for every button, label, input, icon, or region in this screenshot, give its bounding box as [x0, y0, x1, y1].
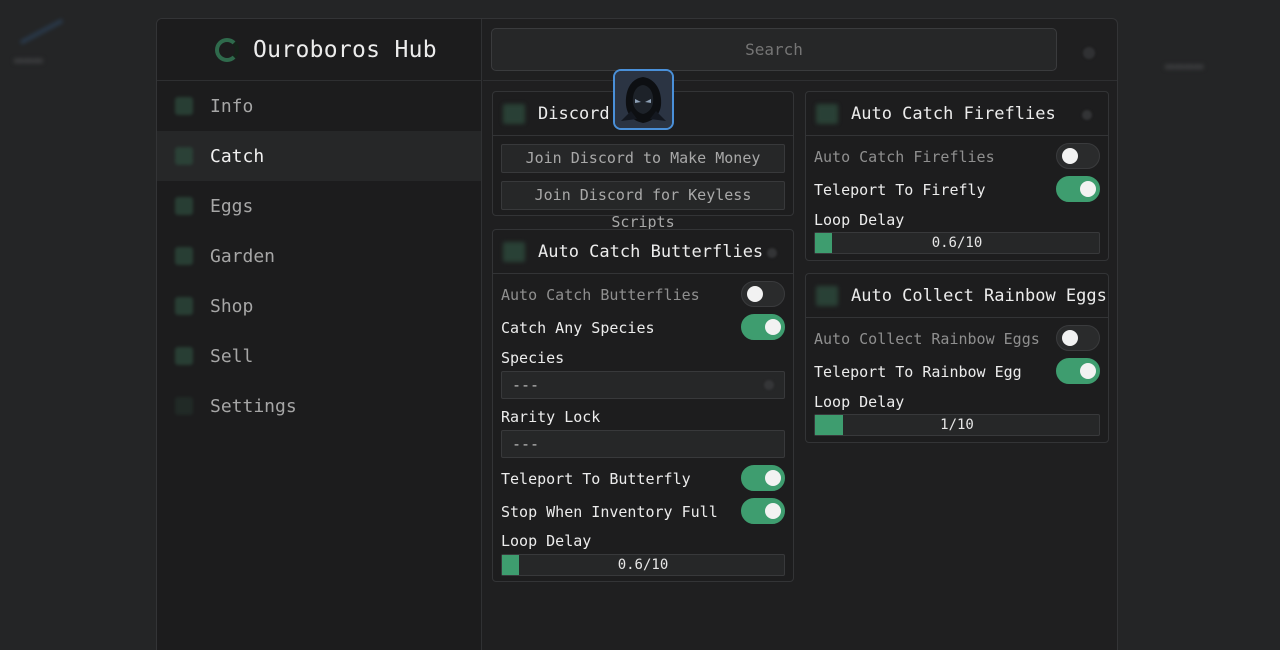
search-input[interactable] — [491, 28, 1057, 71]
field-label: Species — [501, 349, 565, 367]
slider-label: Loop Delay — [814, 393, 905, 411]
panel-title: Auto Collect Rainbow Eggs — [851, 285, 1107, 306]
shop-icon — [175, 297, 193, 315]
toggle-label: Stop When Inventory Full — [501, 503, 718, 521]
species-dropdown[interactable]: --- — [501, 371, 785, 399]
teleport-firefly-toggle[interactable] — [1056, 176, 1100, 202]
slider-value: 0.6/10 — [617, 557, 669, 573]
field-label: Rarity Lock — [501, 408, 601, 426]
fireflies-loop-delay-slider[interactable]: 0.6/10 — [814, 232, 1100, 254]
background-blur-text: ▬▬▬▬ — [1165, 56, 1204, 75]
sidebar-item-label: Shop — [210, 295, 254, 317]
background-blur-text: ▬▬▬▬▬▬ — [17, 13, 66, 50]
teleport-rainbow-toggle[interactable] — [1056, 358, 1100, 384]
minimize-icon[interactable] — [1083, 47, 1095, 59]
butterfly-icon — [503, 242, 525, 262]
toggle-label: Auto Catch Butterflies — [501, 286, 700, 304]
sidebar-item-sell[interactable]: Sell — [157, 331, 481, 381]
sidebar-item-label: Info — [210, 95, 254, 117]
sidebar-item-label: Eggs — [210, 195, 254, 217]
stop-inventory-full-toggle[interactable] — [741, 498, 785, 524]
auto-collect-rainbow-toggle[interactable] — [1056, 325, 1100, 351]
butterflies-loop-delay-slider[interactable]: 0.6/10 — [501, 554, 785, 576]
sidebar-item-settings[interactable]: Settings — [157, 381, 481, 431]
toggle-label: Teleport To Rainbow Egg — [814, 363, 1022, 381]
toggle-label: Teleport To Firefly — [814, 181, 986, 199]
auto-catch-butterflies-toggle[interactable] — [741, 281, 785, 307]
sidebar-item-eggs[interactable]: Eggs — [157, 181, 481, 231]
app-title: Ouroboros Hub — [253, 36, 437, 63]
slider-label: Loop Delay — [814, 211, 905, 229]
slider-value: 1/10 — [940, 417, 974, 433]
discord-icon — [503, 104, 525, 124]
toggle-label: Teleport To Butterfly — [501, 470, 691, 488]
info-icon — [175, 97, 193, 115]
rarity-lock-dropdown[interactable]: --- — [501, 430, 785, 458]
sidebar: Ouroboros Hub Info Catch Eggs Garden Sho… — [157, 19, 482, 650]
sidebar-nav: Info Catch Eggs Garden Shop Sell Setting… — [157, 81, 481, 431]
background-blur-text: ▬▬▬ — [14, 50, 43, 69]
ouroboros-logo-icon — [215, 38, 239, 62]
sell-icon — [175, 347, 193, 365]
rainbow-egg-icon — [816, 286, 838, 306]
toggle-label: Auto Collect Rainbow Eggs — [814, 330, 1040, 348]
brand-header: Ouroboros Hub — [157, 19, 481, 81]
panel-header: Auto Catch Butterflies — [493, 230, 793, 274]
panel-title: Discord — [538, 103, 610, 124]
dropdown-value: --- — [512, 435, 540, 453]
catch-icon — [175, 147, 193, 165]
rainbow-loop-delay-slider[interactable]: 1/10 — [814, 414, 1100, 436]
sidebar-item-catch[interactable]: Catch — [157, 131, 481, 181]
dropdown-value: --- — [512, 376, 540, 394]
join-discord-keyless-button[interactable]: Join Discord for Keyless Scripts — [501, 181, 785, 231]
rainbow-eggs-panel: Auto Collect Rainbow Eggs Auto Collect R… — [805, 273, 1109, 443]
panel-title: Auto Catch Butterflies — [538, 241, 764, 262]
sidebar-item-shop[interactable]: Shop — [157, 281, 481, 331]
toggle-label: Auto Catch Fireflies — [814, 148, 995, 166]
sidebar-item-label: Settings — [210, 395, 297, 417]
topbar — [483, 19, 1117, 81]
slider-value: 0.6/10 — [931, 235, 983, 251]
hooded-figure-icon — [615, 71, 672, 128]
toggle-label: Catch Any Species — [501, 319, 655, 337]
collapse-icon[interactable] — [1082, 110, 1092, 120]
avatar[interactable] — [613, 69, 674, 130]
slider-label: Loop Delay — [501, 532, 592, 550]
panel-title: Auto Catch Fireflies — [851, 103, 1056, 124]
firefly-icon — [816, 104, 838, 124]
sidebar-item-label: Catch — [210, 145, 265, 167]
chevron-down-icon — [764, 380, 774, 390]
teleport-butterfly-toggle[interactable] — [741, 465, 785, 491]
egg-icon — [175, 197, 193, 215]
settings-icon — [175, 397, 193, 415]
collapse-icon[interactable] — [767, 248, 777, 258]
garden-icon — [175, 247, 193, 265]
panel-header: Auto Catch Fireflies — [806, 92, 1108, 136]
sidebar-item-label: Sell — [210, 345, 254, 367]
catch-any-species-toggle[interactable] — [741, 314, 785, 340]
panel-header: Auto Collect Rainbow Eggs — [806, 274, 1108, 318]
sidebar-item-info[interactable]: Info — [157, 81, 481, 131]
sidebar-item-garden[interactable]: Garden — [157, 231, 481, 281]
join-discord-money-button[interactable]: Join Discord to Make Money — [501, 144, 785, 173]
butterflies-panel: Auto Catch Butterflies Auto Catch Butter… — [492, 229, 794, 582]
sidebar-item-label: Garden — [210, 245, 276, 267]
auto-catch-fireflies-toggle[interactable] — [1056, 143, 1100, 169]
fireflies-panel: Auto Catch Fireflies Auto Catch Fireflie… — [805, 91, 1109, 261]
